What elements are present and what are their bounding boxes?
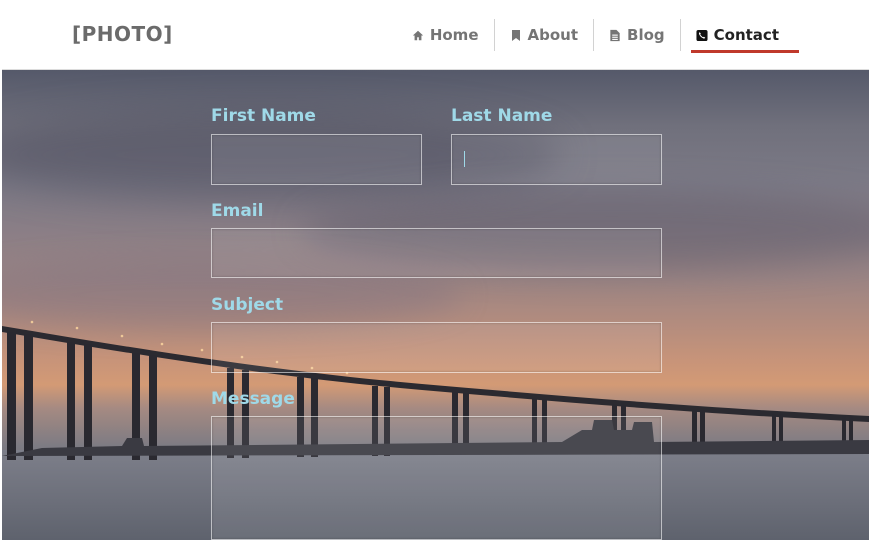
message-label: Message <box>211 389 295 409</box>
first-name-field[interactable] <box>211 134 422 185</box>
email-label: Email <box>211 201 264 221</box>
text-cursor <box>464 151 465 167</box>
subject-field[interactable] <box>211 322 662 373</box>
email-field[interactable] <box>211 228 662 278</box>
subject-label: Subject <box>211 295 284 315</box>
contact-form: First Name Last Name Email Subject Messa… <box>0 0 869 540</box>
message-field[interactable] <box>211 416 662 540</box>
last-name-label: Last Name <box>451 106 553 126</box>
first-name-label: First Name <box>211 106 316 126</box>
last-name-field[interactable] <box>451 134 662 185</box>
